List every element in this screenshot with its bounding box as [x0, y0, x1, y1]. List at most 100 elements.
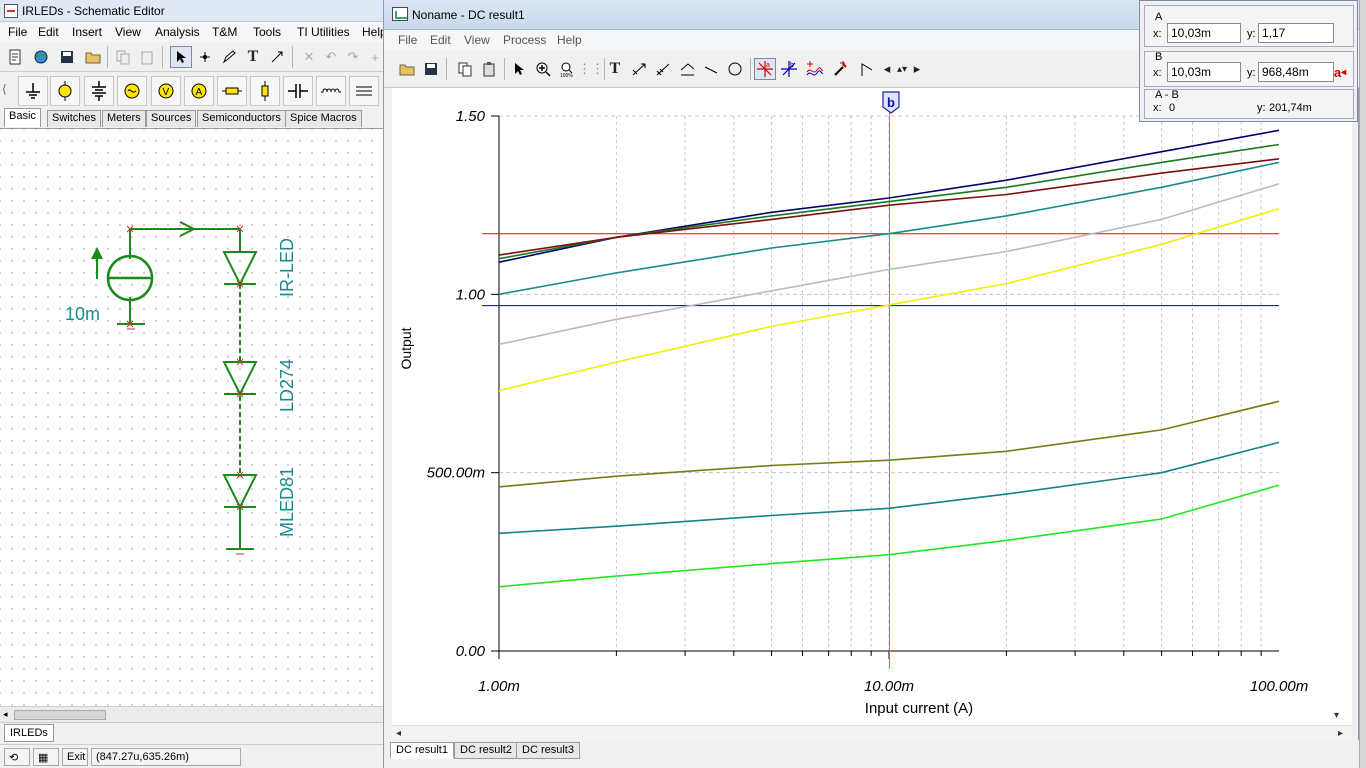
tab-switches[interactable]: Switches [47, 110, 102, 127]
save-icon[interactable] [56, 46, 78, 68]
rotate-icon[interactable] [266, 46, 288, 68]
menu-tm[interactable]: T&M [212, 25, 237, 39]
schematic-canvas[interactable]: 10m IR-LED LD274 MLED81 [0, 128, 384, 706]
result-menu-edit[interactable]: Edit [430, 33, 451, 47]
tab-semiconductors[interactable]: Semiconductors [197, 110, 286, 127]
grid-icon[interactable]: ▦ [33, 748, 59, 766]
dimension-icon[interactable] [676, 58, 698, 80]
tab-dc-result1[interactable]: DC result1 [390, 742, 454, 759]
globe-icon[interactable] [30, 46, 52, 68]
exit-button[interactable]: Exit [62, 748, 88, 766]
copy-icon[interactable] [454, 58, 476, 80]
result-menu-help[interactable]: Help [557, 33, 582, 47]
plot-area[interactable]: 1.00m 10.00m 100.00m 0.00 500.00m 1.00 1.50 Inp… [392, 88, 1352, 728]
menu-file[interactable]: File [8, 25, 27, 39]
open-icon[interactable] [396, 58, 418, 80]
potentiometer-icon[interactable] [250, 76, 280, 106]
delete-icon[interactable]: ✕ [298, 46, 320, 68]
scroll-left-icon[interactable]: ◂ [3, 709, 8, 720]
diode-mled81[interactable] [222, 474, 258, 510]
result-menu-process[interactable]: Process [503, 33, 546, 47]
battery-icon[interactable] [84, 76, 114, 106]
arrow-line-icon[interactable] [628, 58, 650, 80]
next-icon[interactable]: ▸ [910, 58, 924, 80]
result-menu-file[interactable]: File [398, 33, 417, 47]
select-arrow-icon[interactable] [170, 46, 192, 68]
add-curve-icon[interactable] [804, 58, 826, 80]
cursor-readout-panel: A x: 10,03m y: 1,17 B x: 10,03m y: 968,4… [1139, 0, 1358, 122]
cursor-a-x-field[interactable]: 10,03m [1167, 23, 1241, 43]
page-tab-irleds[interactable]: IRLEDs [4, 724, 54, 742]
menu-view[interactable]: View [115, 25, 141, 39]
transformer-icon[interactable] [349, 76, 379, 106]
cursor-a-y-field[interactable]: 1,17 [1258, 23, 1334, 43]
undo-icon[interactable]: ↶ [320, 46, 342, 68]
circle-icon[interactable] [724, 58, 746, 80]
save-icon[interactable] [420, 58, 442, 80]
cursor-a-y-label: y: [1247, 28, 1256, 40]
diode-ir-led[interactable] [222, 247, 258, 287]
inductor-icon[interactable] [316, 76, 346, 106]
voltmeter-icon[interactable]: V [151, 76, 181, 106]
cursor-b-y-field[interactable]: 968,48m [1258, 62, 1334, 82]
cursor-marker-b[interactable]: b [882, 91, 900, 114]
paste-icon[interactable] [136, 46, 158, 68]
schematic-horizontal-scrollbar[interactable]: ◂ [0, 706, 384, 722]
current-source[interactable] [91, 229, 154, 324]
cursor-b-icon[interactable]: b [778, 58, 800, 80]
redo-icon[interactable]: ↷ [342, 46, 364, 68]
slope-line-icon[interactable] [652, 58, 674, 80]
tab-spice-macros[interactable]: Spice Macros [285, 110, 362, 127]
tab-sources[interactable]: Sources [146, 110, 197, 127]
menu-edit[interactable]: Edit [38, 25, 59, 39]
menu-analysis[interactable]: Analysis [155, 25, 200, 39]
paste-icon[interactable] [478, 58, 500, 80]
menu-insert[interactable]: Insert [72, 25, 102, 39]
grid-toggle-icon[interactable]: ⋮⋮ [578, 58, 604, 80]
ground-icon[interactable] [18, 76, 48, 106]
cursor-a-swap-button[interactable]: a ◂ [1328, 62, 1352, 82]
scroll-left-icon[interactable]: ◂ [396, 728, 401, 739]
zoom-100-icon[interactable]: 100% [556, 58, 578, 80]
ammeter-icon[interactable]: A [184, 76, 214, 106]
line-icon[interactable] [700, 58, 722, 80]
tab-basic[interactable]: Basic [4, 108, 41, 127]
scroll-thumb[interactable] [14, 710, 106, 720]
result-menu-view[interactable]: View [464, 33, 490, 47]
menu-ti-utilities[interactable]: TI Utilities [297, 25, 350, 39]
text-tool-icon[interactable]: T [242, 46, 264, 68]
capacitor-icon[interactable] [283, 76, 313, 106]
cursor-mode-icon[interactable]: ⟲ [4, 748, 30, 766]
up-down-icon[interactable]: ▴▾ [894, 58, 910, 80]
schematic-page-tabs: IRLEDs [0, 722, 384, 744]
scroll-right-icon[interactable]: ▸ [1338, 728, 1343, 739]
open-icon[interactable] [82, 46, 104, 68]
scroll-down-icon[interactable]: ▾ [1334, 710, 1339, 721]
voltage-source-icon[interactable] [117, 76, 147, 106]
tab-dc-result3[interactable]: DC result3 [516, 742, 580, 759]
text-tool-icon[interactable]: T [604, 58, 626, 80]
pencil-icon[interactable] [218, 46, 240, 68]
zoom-in-icon[interactable] [532, 58, 554, 80]
cursor-layer [482, 100, 1279, 669]
copy-icon[interactable] [112, 46, 134, 68]
svg-text:V: V [163, 87, 170, 98]
tab-meters[interactable]: Meters [102, 110, 146, 127]
resistor-icon[interactable] [217, 76, 247, 106]
select-arrow-icon[interactable] [508, 58, 530, 80]
menu-tools[interactable]: Tools [253, 25, 281, 39]
svg-text:b: b [790, 62, 794, 69]
diode-ld274[interactable] [222, 361, 258, 397]
prev-icon[interactable]: ◂ [880, 58, 894, 80]
flag-icon[interactable] [856, 58, 878, 80]
toolbar-scroll-left-icon[interactable]: ⟨ [2, 82, 7, 96]
lamp-icon[interactable] [50, 76, 80, 106]
result-horizontal-scrollbar[interactable]: ◂ ▸ [392, 725, 1352, 741]
wire-tool-icon[interactable] [194, 46, 216, 68]
diode-label-mled81: MLED81 [277, 467, 297, 537]
new-icon[interactable] [4, 46, 26, 68]
cursor-b-x-field[interactable]: 10,03m [1167, 62, 1241, 82]
tab-dc-result2[interactable]: DC result2 [454, 742, 518, 759]
cursor-a-icon[interactable]: a [754, 58, 776, 80]
pick-curve-icon[interactable] [830, 58, 852, 80]
